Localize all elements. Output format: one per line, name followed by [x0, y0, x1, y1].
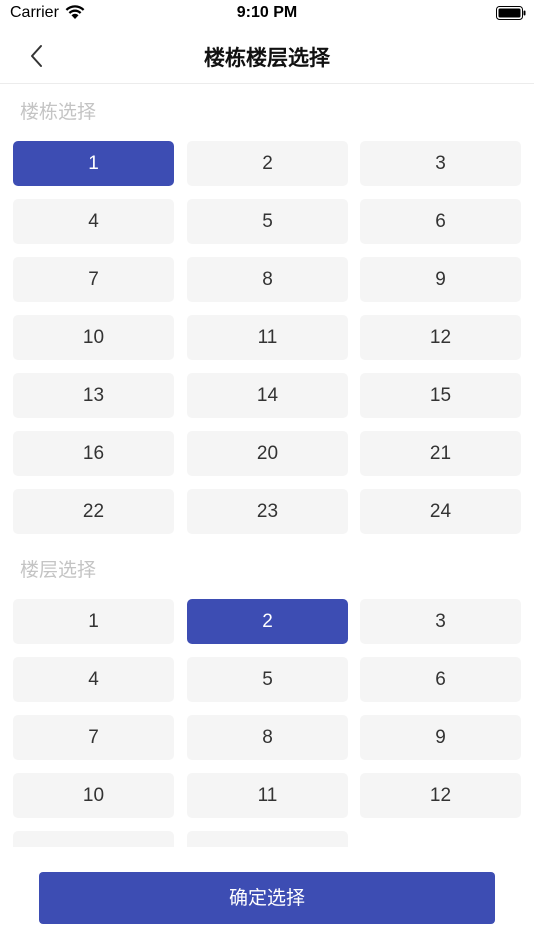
building-option[interactable]: 7 [13, 257, 174, 302]
floor-option[interactable] [187, 831, 348, 847]
building-option[interactable]: 14 [187, 373, 348, 418]
page-title: 楼栋楼层选择 [204, 46, 330, 70]
floor-option[interactable]: 4 [13, 657, 174, 702]
floor-option[interactable]: 11 [187, 773, 348, 818]
floor-option[interactable] [13, 831, 174, 847]
building-option[interactable]: 16 [13, 431, 174, 476]
building-option[interactable]: 12 [360, 315, 521, 360]
building-option[interactable]: 10 [13, 315, 174, 360]
floor-option[interactable]: 1 [13, 599, 174, 644]
battery-icon [496, 6, 526, 20]
nav-bar: 楼栋楼层选择 [0, 28, 534, 84]
building-option[interactable]: 13 [13, 373, 174, 418]
building-option[interactable]: 22 [13, 489, 174, 534]
building-option[interactable]: 9 [360, 257, 521, 302]
clock: 9:10 PM [236, 4, 298, 21]
screen: Carrier 9:10 PM 楼栋楼层选择 楼栋选择 1 2 3 4 5 6 7 8 9 10 1… [0, 0, 534, 950]
status-bar: Carrier 9:10 PM [0, 0, 534, 28]
building-option[interactable]: 2 [187, 141, 348, 186]
building-option[interactable]: 21 [360, 431, 521, 476]
building-option[interactable]: 20 [187, 431, 348, 476]
building-option[interactable]: 1 [13, 141, 174, 186]
floor-option[interactable]: 3 [360, 599, 521, 644]
floor-option[interactable]: 9 [360, 715, 521, 760]
floor-option[interactable]: 8 [187, 715, 348, 760]
floor-option[interactable]: 7 [13, 715, 174, 760]
building-option[interactable]: 6 [360, 199, 521, 244]
confirm-button[interactable]: 确定选择 [39, 872, 495, 924]
floor-option[interactable]: 12 [360, 773, 521, 818]
floor-option[interactable]: 6 [360, 657, 521, 702]
building-option[interactable]: 4 [13, 199, 174, 244]
building-option[interactable]: 8 [187, 257, 348, 302]
building-option[interactable]: 24 [360, 489, 521, 534]
floor-option[interactable]: 5 [187, 657, 348, 702]
building-option[interactable]: 15 [360, 373, 521, 418]
building-option[interactable]: 5 [187, 199, 348, 244]
building-option[interactable]: 23 [187, 489, 348, 534]
selection-scroll-area[interactable]: 楼栋选择 1 2 3 4 5 6 7 8 9 10 11 12 13 14 15 16 20 21 22 23 24 楼… [0, 85, 534, 847]
building-option[interactable]: 11 [187, 315, 348, 360]
floor-option[interactable]: 2 [187, 599, 348, 644]
building-option[interactable]: 3 [360, 141, 521, 186]
building-section-label: 楼栋选择 [20, 101, 97, 123]
floor-section-label: 楼层选择 [20, 559, 97, 581]
floor-option[interactable]: 10 [13, 773, 174, 818]
